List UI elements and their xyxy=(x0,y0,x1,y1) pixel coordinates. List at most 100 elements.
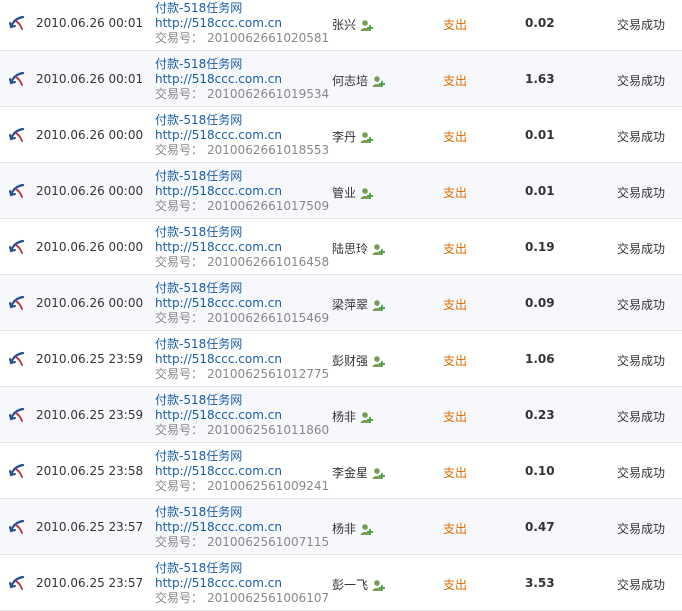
payment-arrow-icon xyxy=(9,295,25,310)
counterparty-name[interactable]: 梁萍翠 xyxy=(332,298,368,312)
transaction-description: 付款-518任务网 http://518ccc.com.cn 交易号： 20100… xyxy=(155,57,329,102)
trade-number-label: 交易号： xyxy=(155,423,204,437)
direction-label: 支出 xyxy=(443,354,468,368)
counterparty-name[interactable]: 彭一飞 xyxy=(332,578,368,592)
status-text: 交易成功 xyxy=(617,130,666,144)
user-add-icon[interactable] xyxy=(360,411,374,424)
trade-number: 交易号： 2010062661017509 xyxy=(155,199,329,214)
transaction-title-link[interactable]: 付款-518任务网 xyxy=(155,393,329,408)
transaction-url-link[interactable]: http://518ccc.com.cn xyxy=(155,16,329,31)
transaction-title-link[interactable]: 付款-518任务网 xyxy=(155,505,329,520)
counterparty: 杨非 xyxy=(332,520,374,537)
transaction-url-link[interactable]: http://518ccc.com.cn xyxy=(155,184,329,199)
direction-label: 支出 xyxy=(443,242,468,256)
counterparty: 管业 xyxy=(332,184,374,201)
transaction-date: 2010.06.25 23:59 xyxy=(36,408,144,422)
counterparty: 杨非 xyxy=(332,408,374,425)
user-add-icon[interactable] xyxy=(372,243,386,256)
amount-value: 1.06 xyxy=(525,352,555,366)
transaction-title-link[interactable]: 付款-518任务网 xyxy=(155,337,329,352)
direction-label: 支出 xyxy=(443,130,468,144)
amount-value: 0.10 xyxy=(525,464,555,478)
transaction-description: 付款-518任务网 http://518ccc.com.cn 交易号： 20100… xyxy=(155,337,329,382)
user-add-icon[interactable] xyxy=(360,131,374,144)
amount-value: 0.19 xyxy=(525,240,555,254)
transaction-date: 2010.06.26 00:00 xyxy=(36,240,144,254)
counterparty-name[interactable]: 李金星 xyxy=(332,466,368,480)
transaction-title-link[interactable]: 付款-518任务网 xyxy=(155,113,329,128)
direction-label: 支出 xyxy=(443,298,468,312)
transaction-title-link[interactable]: 付款-518任务网 xyxy=(155,225,329,240)
counterparty-name[interactable]: 彭财强 xyxy=(332,354,368,368)
transaction-title-link[interactable]: 付款-518任务网 xyxy=(155,1,329,16)
direction-label: 支出 xyxy=(443,186,468,200)
transaction-title-link[interactable]: 付款-518任务网 xyxy=(155,57,329,72)
counterparty: 张兴 xyxy=(332,16,374,33)
counterparty-name[interactable]: 陆思玲 xyxy=(332,242,368,256)
payment-arrow-icon xyxy=(9,239,25,254)
transaction-date: 2010.06.26 00:01 xyxy=(36,72,144,86)
trade-number: 交易号： 2010062661018553 xyxy=(155,143,329,158)
transaction-url-link[interactable]: http://518ccc.com.cn xyxy=(155,352,329,367)
user-add-icon[interactable] xyxy=(360,523,374,536)
trade-number: 交易号： 2010062561012775 xyxy=(155,367,329,382)
transaction-title-link[interactable]: 付款-518任务网 xyxy=(155,561,329,576)
transaction-date: 2010.06.25 23:58 xyxy=(36,464,144,478)
trade-number-value: 2010062661017509 xyxy=(207,199,330,213)
counterparty-name[interactable]: 管业 xyxy=(332,186,356,200)
user-add-icon[interactable] xyxy=(372,355,386,368)
transaction-title-link[interactable]: 付款-518任务网 xyxy=(155,169,329,184)
trade-number-label: 交易号： xyxy=(155,311,204,325)
user-add-icon[interactable] xyxy=(372,579,386,592)
transaction-url-link[interactable]: http://518ccc.com.cn xyxy=(155,128,329,143)
transaction-url-link[interactable]: http://518ccc.com.cn xyxy=(155,408,329,423)
counterparty-name[interactable]: 李丹 xyxy=(332,130,356,144)
trade-number-value: 2010062561006107 xyxy=(207,591,330,605)
transaction-date: 2010.06.25 23:57 xyxy=(36,520,144,534)
transaction-url-link[interactable]: http://518ccc.com.cn xyxy=(155,240,329,255)
table-row: 2010.06.26 00:00 付款-518任务网 http://518ccc… xyxy=(0,219,682,275)
trade-number-value: 2010062661018553 xyxy=(207,143,330,157)
status-text: 交易成功 xyxy=(617,74,666,88)
trade-number-value: 2010062561009241 xyxy=(207,479,330,493)
transaction-date: 2010.06.26 00:00 xyxy=(36,128,144,142)
trade-number-label: 交易号： xyxy=(155,87,204,101)
transaction-date: 2010.06.26 00:00 xyxy=(36,296,144,310)
payment-arrow-icon xyxy=(9,71,25,86)
transaction-description: 付款-518任务网 http://518ccc.com.cn 交易号： 20100… xyxy=(155,169,329,214)
user-add-icon[interactable] xyxy=(360,19,374,32)
user-add-icon[interactable] xyxy=(372,467,386,480)
counterparty: 李丹 xyxy=(332,128,374,145)
trade-number-value: 2010062661020581 xyxy=(207,31,330,45)
counterparty-name[interactable]: 张兴 xyxy=(332,18,356,32)
transaction-date: 2010.06.26 00:00 xyxy=(36,184,144,198)
transaction-url-link[interactable]: http://518ccc.com.cn xyxy=(155,464,329,479)
transaction-date: 2010.06.25 23:59 xyxy=(36,352,144,366)
transaction-url-link[interactable]: http://518ccc.com.cn xyxy=(155,72,329,87)
counterparty-name[interactable]: 杨非 xyxy=(332,522,356,536)
table-row: 2010.06.25 23:58 付款-518任务网 http://518ccc… xyxy=(0,443,682,499)
trade-number-label: 交易号： xyxy=(155,591,204,605)
transaction-url-link[interactable]: http://518ccc.com.cn xyxy=(155,520,329,535)
amount-value: 0.02 xyxy=(525,16,555,30)
trade-number-value: 2010062661019534 xyxy=(207,87,330,101)
user-add-icon[interactable] xyxy=(372,299,386,312)
status-text: 交易成功 xyxy=(617,354,666,368)
transaction-title-link[interactable]: 付款-518任务网 xyxy=(155,449,329,464)
transaction-description: 付款-518任务网 http://518ccc.com.cn 交易号： 20100… xyxy=(155,561,329,606)
direction-label: 支出 xyxy=(443,522,468,536)
transaction-url-link[interactable]: http://518ccc.com.cn xyxy=(155,576,329,591)
user-add-icon[interactable] xyxy=(360,187,374,200)
transaction-url-link[interactable]: http://518ccc.com.cn xyxy=(155,296,329,311)
transaction-title-link[interactable]: 付款-518任务网 xyxy=(155,281,329,296)
counterparty-name[interactable]: 何志培 xyxy=(332,74,368,88)
trade-number-value: 2010062661016458 xyxy=(207,255,330,269)
status-text: 交易成功 xyxy=(617,578,666,592)
counterparty-name[interactable]: 杨非 xyxy=(332,410,356,424)
trade-number: 交易号： 2010062661015469 xyxy=(155,311,329,326)
trade-number-value: 2010062561007115 xyxy=(207,535,330,549)
transaction-description: 付款-518任务网 http://518ccc.com.cn 交易号： 20100… xyxy=(155,113,329,158)
transaction-list: 2010.06.26 00:01 付款-518任务网 http://518ccc… xyxy=(0,0,682,611)
table-row: 2010.06.25 23:57 付款-518任务网 http://518ccc… xyxy=(0,555,682,611)
user-add-icon[interactable] xyxy=(372,75,386,88)
